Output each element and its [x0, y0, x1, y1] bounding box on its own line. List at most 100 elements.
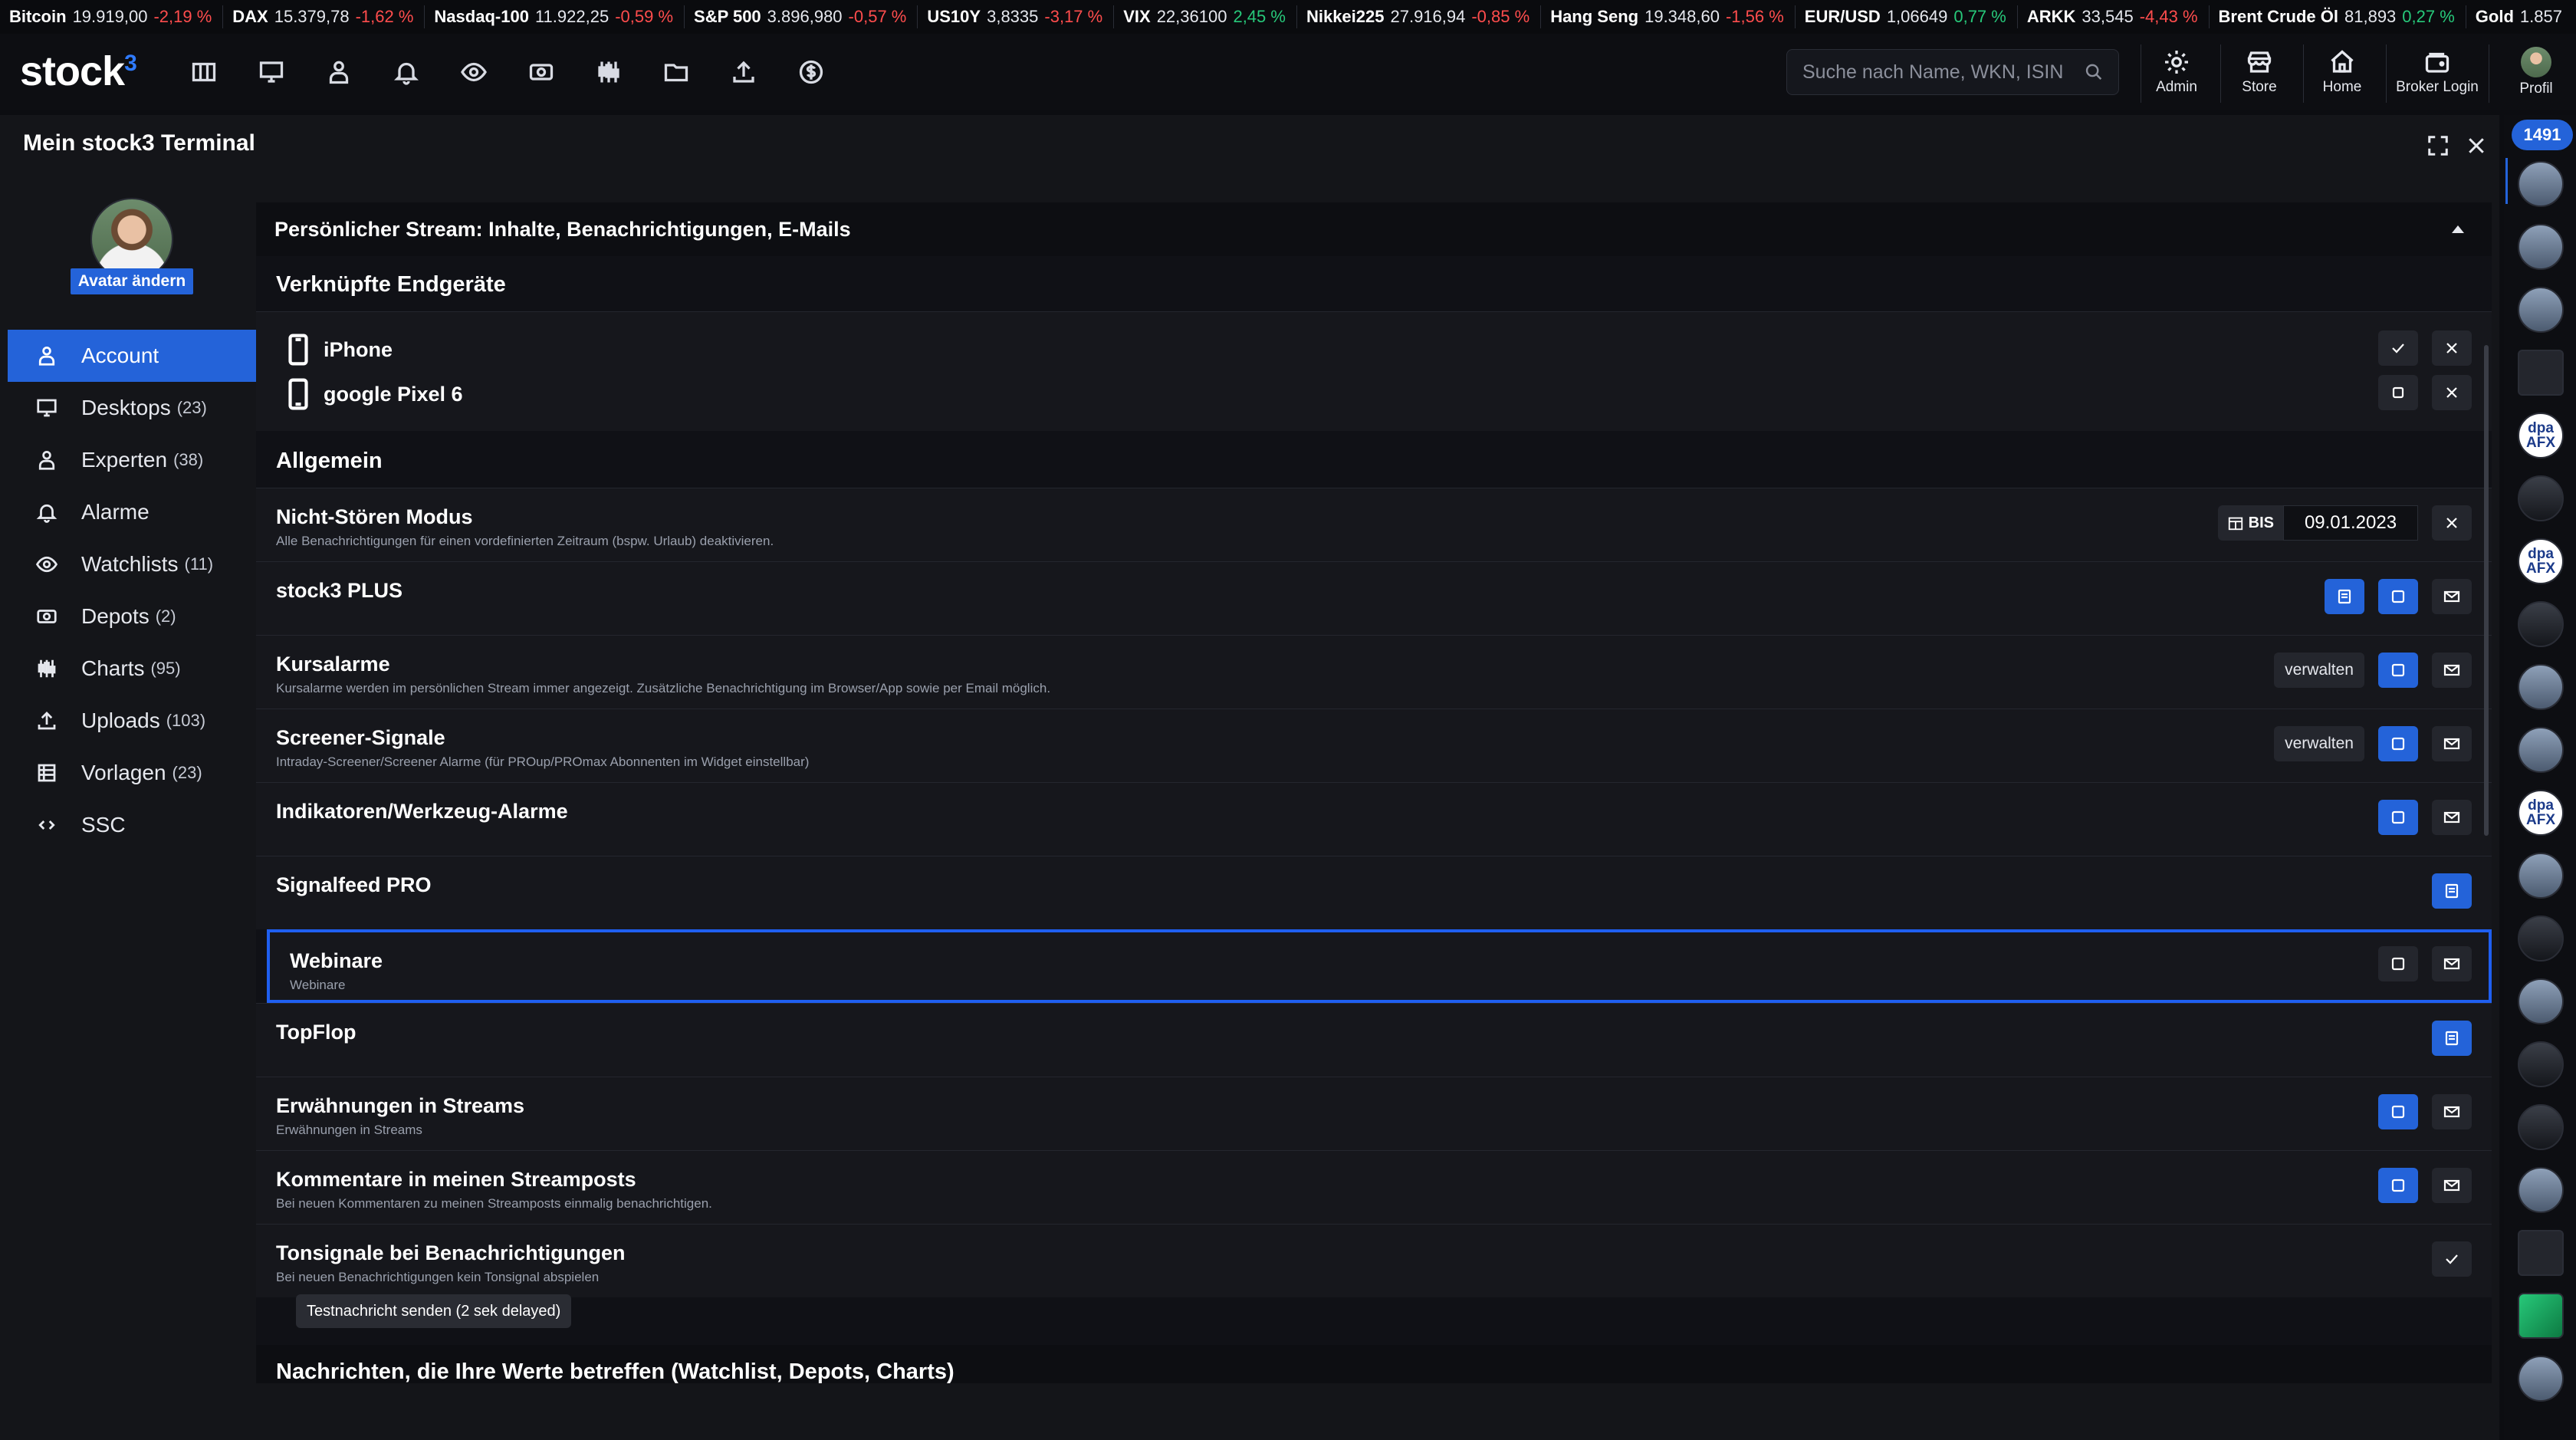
stock3-logo[interactable]: stock3	[20, 48, 137, 95]
layout-columns-icon[interactable]	[189, 57, 219, 87]
expert-avatar[interactable]	[2518, 1104, 2564, 1150]
ticker-item[interactable]: S&P 500 3.896,980 -0,57 %	[685, 5, 918, 28]
ticker-item[interactable]: DAX 15.379,78 -1,62 %	[223, 5, 426, 28]
push-toggle[interactable]	[2378, 726, 2418, 761]
fullscreen-button[interactable]	[2423, 130, 2453, 161]
email-toggle[interactable]	[2432, 946, 2472, 981]
expert-avatar[interactable]	[2518, 601, 2564, 647]
sidebar-item-ssc[interactable]: SSC	[8, 799, 256, 851]
sidebar-item-label: Uploads	[81, 708, 160, 732]
expert-avatar[interactable]	[2518, 978, 2564, 1024]
dpa-afx-icon[interactable]: dpa AFX	[2518, 790, 2564, 836]
trading-icon[interactable]	[2518, 1293, 2564, 1339]
chart-candles-icon[interactable]	[593, 57, 624, 87]
ticker-item[interactable]: Brent Crude Öl 81,893 0,27 %	[2210, 5, 2466, 28]
sidebar-item-alarme[interactable]: Alarme	[8, 486, 256, 538]
close-panel-button[interactable]	[2461, 130, 2492, 161]
push-toggle[interactable]	[2378, 579, 2418, 614]
ticker-item[interactable]: ARKK 33,545 -4,43 %	[2018, 5, 2210, 28]
broker-login-button[interactable]: Broker Login	[2395, 41, 2479, 103]
dpa-afx-icon[interactable]: dpa AFX	[2518, 413, 2564, 459]
expert-avatar[interactable]	[2518, 224, 2564, 270]
notification-count-badge[interactable]: 1491	[2512, 120, 2573, 150]
expert-avatar[interactable]	[2518, 1356, 2564, 1402]
sidebar-item-desktops[interactable]: Desktops (23)	[8, 382, 256, 434]
expert-avatar[interactable]	[2518, 287, 2564, 333]
test-message-tooltip[interactable]: Testnachricht senden (2 sek delayed)	[296, 1294, 572, 1328]
sound-toggle[interactable]	[2432, 1241, 2472, 1277]
sidebar-item-depots[interactable]: Depots (2)	[8, 590, 256, 643]
ticker-item[interactable]: US10Y 3,8335 -3,17 %	[918, 5, 1115, 28]
push-toggle[interactable]	[2378, 800, 2418, 835]
device-remove-button[interactable]	[2432, 330, 2472, 366]
widget-icon[interactable]	[2518, 350, 2564, 396]
dnd-clear-button[interactable]	[2432, 505, 2472, 541]
caret-up-icon[interactable]	[2452, 225, 2464, 233]
push-toggle[interactable]	[2378, 946, 2418, 981]
push-toggle[interactable]	[2378, 1168, 2418, 1203]
ticker-item[interactable]: Nasdaq-100 11.922,25 -0,59 %	[425, 5, 685, 28]
bell-icon[interactable]	[391, 57, 422, 87]
expert-avatar[interactable]	[2518, 1041, 2564, 1087]
expert-avatar[interactable]	[2518, 664, 2564, 710]
desktop-icon[interactable]	[256, 57, 287, 87]
manage-button[interactable]: verwalten	[2274, 653, 2364, 688]
email-toggle[interactable]	[2432, 653, 2472, 688]
expert-avatar[interactable]	[2518, 727, 2564, 773]
scrollbar[interactable]	[2484, 345, 2489, 836]
stream-toggle[interactable]	[2432, 1021, 2472, 1056]
sidebar-item-vorlagen[interactable]: Vorlagen (23)	[8, 747, 256, 799]
setting-row-webinars[interactable]: Webinare Webinare	[267, 929, 2492, 1003]
device-checkbox-button[interactable]	[2378, 375, 2418, 410]
stream-toggle[interactable]	[2325, 579, 2364, 614]
device-test-button[interactable]	[2378, 330, 2418, 366]
sidebar-item-uploads[interactable]: Uploads (103)	[8, 695, 256, 747]
email-toggle[interactable]	[2432, 800, 2472, 835]
ticker-item[interactable]: VIX 22,36100 2,45 %	[1114, 5, 1297, 28]
widget-icon[interactable]	[2518, 1230, 2564, 1276]
sidebar-item-experten[interactable]: Experten (38)	[8, 434, 256, 486]
push-toggle[interactable]	[2378, 653, 2418, 688]
expert-avatar[interactable]	[2518, 853, 2564, 899]
expert-avatar[interactable]	[2518, 1167, 2564, 1213]
change-avatar-button[interactable]: Avatar ändern	[71, 268, 193, 294]
email-toggle[interactable]	[2432, 579, 2472, 614]
ticker-item[interactable]: Bitcoin 19.919,00 -2,19 %	[0, 5, 224, 28]
terminal-panel: Mein stock3 Terminal Avatar ändern Accou…	[0, 115, 2499, 1440]
search-input[interactable]	[1802, 61, 2085, 84]
dnd-date-input[interactable]: 09.01.2023	[2283, 505, 2418, 541]
folder-icon[interactable]	[661, 57, 692, 87]
ticker-item[interactable]: EUR/USD 1,06649 0,77 %	[1796, 5, 2018, 28]
email-toggle[interactable]	[2432, 1094, 2472, 1129]
experts-icon[interactable]	[324, 57, 354, 87]
home-button[interactable]: Home	[2315, 41, 2369, 103]
search-box[interactable]	[1786, 49, 2119, 95]
push-toggle[interactable]	[2378, 1094, 2418, 1129]
upload-icon[interactable]	[728, 57, 759, 87]
email-toggle[interactable]	[2432, 726, 2472, 761]
expert-avatar[interactable]	[2518, 161, 2564, 207]
device-item: google Pixel 6	[287, 378, 463, 410]
sidebar-item-account[interactable]: Account	[8, 330, 256, 382]
store-button[interactable]: Store	[2233, 41, 2286, 103]
sidebar-item-watchlists[interactable]: Watchlists (11)	[8, 538, 256, 590]
admin-button[interactable]: Admin	[2151, 41, 2202, 103]
expert-avatar[interactable]	[2518, 475, 2564, 521]
dpa-afx-icon[interactable]: dpa AFX	[2518, 538, 2564, 584]
depot-icon[interactable]	[526, 57, 557, 87]
dnd-date-picker[interactable]: BIS 09.01.2023	[2217, 505, 2418, 541]
device-remove-button[interactable]	[2432, 375, 2472, 410]
eye-icon[interactable]	[458, 57, 489, 87]
manage-button[interactable]: verwalten	[2274, 726, 2364, 761]
stream-toggle[interactable]	[2432, 873, 2472, 909]
expert-avatar[interactable]	[2518, 916, 2564, 962]
ticker-item[interactable]: Hang Seng 19.348,60 -1,56 %	[1541, 5, 1796, 28]
profile-button[interactable]: Profil	[2505, 41, 2567, 103]
sidebar-item-charts[interactable]: Charts (95)	[8, 643, 256, 695]
ticker-item[interactable]: Gold 1.857	[2466, 5, 2576, 28]
dollar-icon[interactable]	[796, 57, 826, 87]
stream-section-header[interactable]: Persönlicher Stream: Inhalte, Benachrich…	[256, 202, 2492, 256]
ticker-item[interactable]: Nikkei225 27.916,94 -0,85 %	[1297, 5, 1542, 28]
sidebar-item-count: (95)	[150, 659, 181, 678]
email-toggle[interactable]	[2432, 1168, 2472, 1203]
